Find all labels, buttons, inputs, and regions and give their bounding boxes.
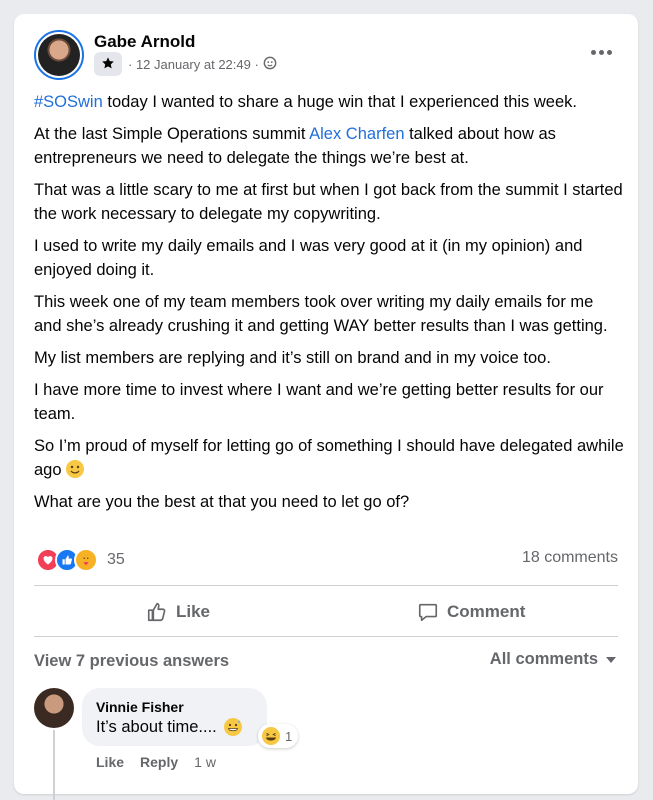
mention-link[interactable]: Alex Charfen (309, 125, 404, 143)
comment-age[interactable]: 1 w (194, 754, 216, 770)
all-comments-filter[interactable]: All comments (490, 650, 616, 669)
comment-reply-button[interactable]: Reply (140, 754, 178, 770)
grin-sweat-emoji-icon (223, 717, 243, 737)
view-previous-answers-link[interactable]: View 7 previous answers (34, 652, 229, 671)
post-paragraph: What are you the best at that you need t… (34, 493, 410, 511)
author-name[interactable]: Gabe Arnold (94, 32, 195, 52)
comment-text: It’s about time.... (96, 718, 217, 736)
chevron-down-icon (606, 656, 616, 663)
comments-count-link[interactable]: 18 comments (522, 549, 618, 567)
comment-actions: Like Reply 1 w (96, 754, 232, 770)
commenter-name[interactable]: Vinnie Fisher (96, 698, 251, 716)
post-card: Gabe Arnold · 12 January at 22:49 · #SOS… (14, 14, 638, 800)
post-paragraph: today I wanted to share a huge win that … (102, 93, 577, 111)
post-paragraph: I used to write my daily emails and I wa… (34, 237, 583, 279)
reaction-count: 35 (107, 551, 125, 568)
haha-icon (262, 727, 280, 745)
commenter-avatar[interactable] (34, 688, 74, 728)
speech-bubble-icon (418, 603, 438, 622)
post-timestamp[interactable]: · 12 January at 22:49 · (128, 57, 259, 72)
thumbs-up-icon (147, 602, 166, 622)
comment-reaction-count: 1 (285, 728, 293, 744)
post-paragraph: That was a little scary to me at first b… (34, 181, 623, 223)
like-button[interactable]: Like (146, 596, 210, 628)
care-icon (74, 548, 98, 572)
post-paragraph: My list members are replying and it’s st… (34, 349, 551, 367)
hashtag-link[interactable]: #SOSwin (34, 93, 103, 111)
more-options-button[interactable] (586, 40, 616, 64)
post-body: #SOSwin today I wanted to share a huge w… (34, 90, 624, 522)
comment-label: Comment (447, 602, 526, 621)
comment-bubble: Vinnie Fisher It’s about time.... (82, 688, 267, 746)
globe-icon (263, 56, 277, 73)
reaction-summary[interactable]: 35 (36, 548, 125, 572)
thread-line (53, 730, 55, 800)
post-paragraph: I have more time to invest where I want … (34, 381, 604, 423)
comment-button[interactable]: Comment (417, 596, 525, 628)
filter-label: All comments (489, 650, 598, 668)
author-avatar[interactable] (34, 30, 84, 80)
post-paragraph: This week one of my team members took ov… (34, 293, 608, 335)
smile-emoji-icon (66, 460, 85, 478)
comment-reaction-summary[interactable]: 1 (258, 724, 299, 748)
divider (34, 636, 618, 637)
post-paragraph: So I’m proud of myself for letting go of… (34, 437, 624, 479)
like-label: Like (176, 602, 211, 621)
comment-like-button[interactable]: Like (96, 754, 124, 770)
post-paragraph: At the last Simple Operations summit (34, 125, 310, 143)
divider (34, 585, 618, 586)
star-badge-icon[interactable] (94, 52, 122, 76)
post-meta: · 12 January at 22:49 · (94, 52, 277, 76)
